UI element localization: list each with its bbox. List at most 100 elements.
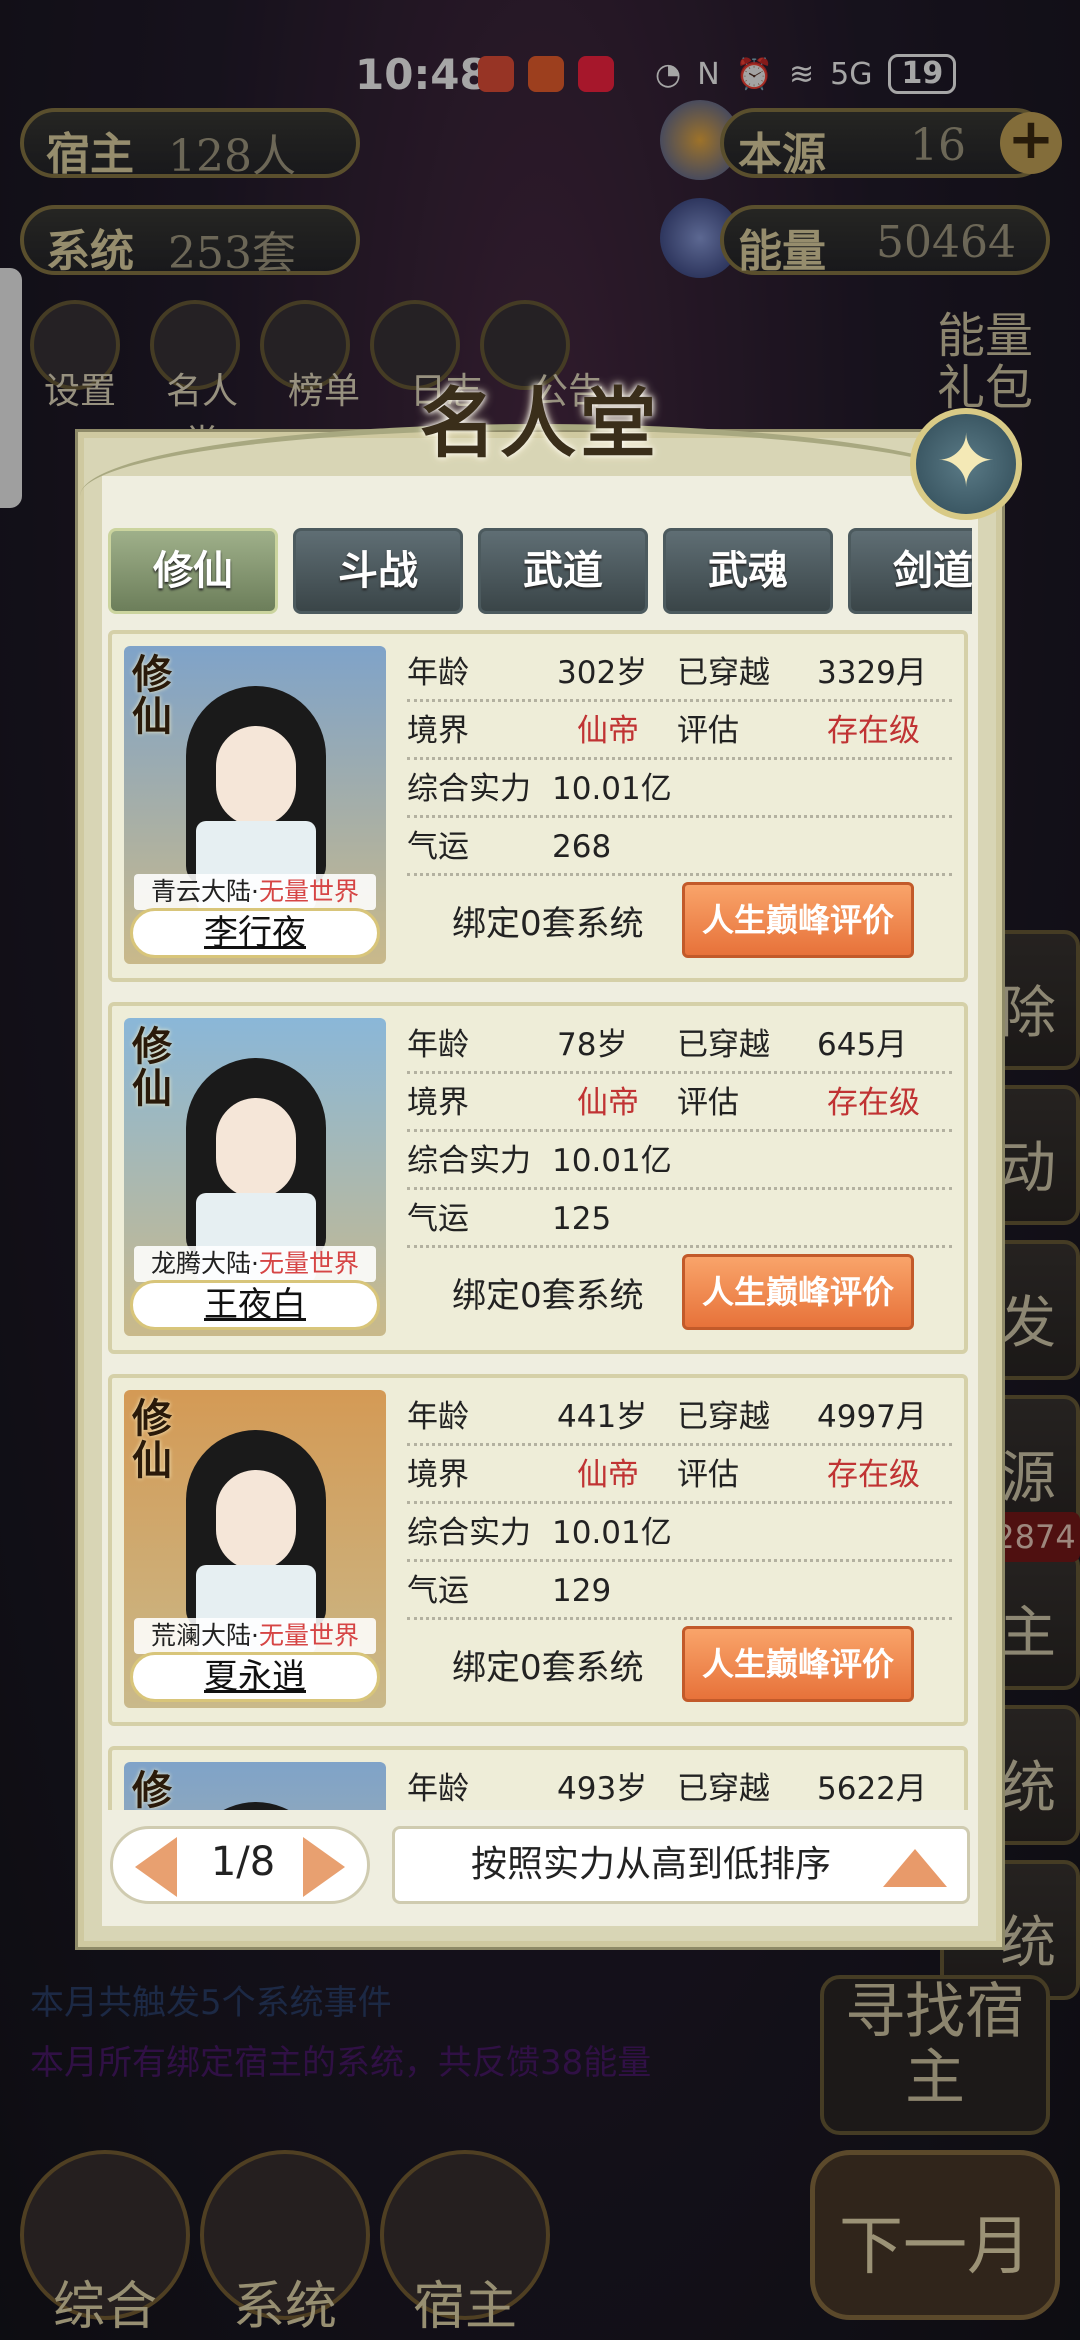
compass-close-icon[interactable]: ✦ bbox=[910, 408, 1022, 520]
sort-up-icon bbox=[883, 1849, 947, 1887]
cultivation-tag: 修仙 bbox=[132, 1395, 172, 1484]
age-value: 302岁 bbox=[557, 655, 648, 691]
traveled-label: 已穿越 bbox=[677, 1771, 770, 1807]
celebrity-list[interactable]: 修仙 青云大陆·无量世界 李行夜 年龄 302岁 已穿越 3329月 境界 仙帝… bbox=[108, 630, 972, 1810]
realm-row: 境界 仙帝 评估 存在级 bbox=[407, 702, 952, 760]
celebrity-card: 修仙 龙腾大陆·无量世界 王夜白 年龄 78岁 已穿越 645月 境界 仙帝 评… bbox=[108, 1002, 968, 1354]
realm-label: 境界 bbox=[407, 1457, 469, 1493]
celebrity-card: 修仙 年龄 493岁 已穿越 5622月 bbox=[108, 1746, 968, 1810]
power-row: 综合实力 10.01亿 bbox=[407, 1504, 952, 1562]
age-row: 年龄 78岁 已穿越 645月 bbox=[407, 1016, 952, 1074]
portrait[interactable]: 修仙 bbox=[124, 1762, 386, 1810]
rating-value: 存在级 bbox=[827, 713, 920, 749]
rating-value: 存在级 bbox=[827, 1085, 920, 1121]
tab-battle[interactable]: 斗战 bbox=[293, 528, 463, 614]
luck-row: 气运 129 bbox=[407, 1562, 952, 1620]
realm-value: 仙帝 bbox=[577, 713, 639, 749]
age-row: 年龄 441岁 已穿越 4997月 bbox=[407, 1388, 952, 1446]
traveled-value: 3329月 bbox=[817, 655, 927, 691]
tab-martial[interactable]: 武道 bbox=[478, 528, 648, 614]
age-label: 年龄 bbox=[407, 1771, 469, 1807]
face bbox=[216, 726, 296, 826]
bound-systems-text: 绑定0套系统 bbox=[452, 1648, 644, 1688]
world-name: 无量世界 bbox=[258, 1249, 359, 1278]
age-row: 年龄 302岁 已穿越 3329月 bbox=[407, 644, 952, 702]
realm-value: 仙帝 bbox=[577, 1085, 639, 1121]
power-value: 10.01亿 bbox=[552, 1143, 672, 1179]
luck-value: 129 bbox=[552, 1573, 612, 1609]
pagination: 1/8 bbox=[110, 1826, 370, 1904]
luck-label: 气运 bbox=[407, 1201, 469, 1237]
luck-value: 125 bbox=[552, 1201, 612, 1237]
power-label: 综合实力 bbox=[407, 771, 531, 807]
peak-rating-button[interactable]: 人生巅峰评价 bbox=[682, 1626, 914, 1702]
peak-rating-button[interactable]: 人生巅峰评价 bbox=[682, 1254, 914, 1330]
card-info: 年龄 441岁 已穿越 4997月 境界 仙帝 评估 存在级 综合实力 10.0… bbox=[407, 1388, 952, 1620]
realm-row: 境界 仙帝 评估 存在级 bbox=[407, 1446, 952, 1504]
card-info: 年龄 493岁 已穿越 5622月 bbox=[407, 1760, 952, 1810]
cultivation-tag: 修仙 bbox=[132, 1023, 172, 1112]
power-label: 综合实力 bbox=[407, 1515, 531, 1551]
power-value: 10.01亿 bbox=[552, 1515, 672, 1551]
age-row: 年龄 493岁 已穿越 5622月 bbox=[407, 1760, 952, 1810]
bind-row: 绑定0套系统 人生巅峰评价 bbox=[452, 1254, 972, 1330]
luck-row: 气运 125 bbox=[407, 1190, 952, 1248]
traveled-label: 已穿越 bbox=[677, 1399, 770, 1435]
modal-title: 名人堂 bbox=[420, 379, 660, 468]
region-name: 龙腾大陆· bbox=[151, 1249, 259, 1278]
age-value: 493岁 bbox=[557, 1771, 648, 1807]
traveled-value: 645月 bbox=[817, 1027, 908, 1063]
power-value: 10.01亿 bbox=[552, 771, 672, 807]
region-name: 荒澜大陆· bbox=[151, 1621, 259, 1650]
character-name[interactable]: 王夜白 bbox=[130, 1280, 380, 1330]
rating-value: 存在级 bbox=[827, 1457, 920, 1493]
cultivation-tag: 修仙 bbox=[132, 651, 172, 740]
region-name: 青云大陆· bbox=[151, 877, 259, 906]
face bbox=[216, 1098, 296, 1198]
power-row: 综合实力 10.01亿 bbox=[407, 1132, 952, 1190]
rating-label: 评估 bbox=[677, 1457, 739, 1493]
realm-value: 仙帝 bbox=[577, 1457, 639, 1493]
bind-row: 绑定0套系统 人生巅峰评价 bbox=[452, 882, 972, 958]
character-name[interactable]: 李行夜 bbox=[130, 908, 380, 958]
peak-rating-button[interactable]: 人生巅峰评价 bbox=[682, 882, 914, 958]
face bbox=[216, 1470, 296, 1570]
traveled-label: 已穿越 bbox=[677, 1027, 770, 1063]
sort-label: 按照实力从高到低排序 bbox=[471, 1844, 832, 1885]
portrait[interactable]: 修仙 龙腾大陆·无量世界 王夜白 bbox=[124, 1018, 386, 1336]
tab-cultivation[interactable]: 修仙 bbox=[108, 528, 278, 614]
world-name: 无量世界 bbox=[258, 877, 359, 906]
tab-soul[interactable]: 武魂 bbox=[663, 528, 833, 614]
age-value: 78岁 bbox=[557, 1027, 628, 1063]
celebrity-card: 修仙 荒澜大陆·无量世界 夏永逍 年龄 441岁 已穿越 4997月 境界 仙帝… bbox=[108, 1374, 968, 1726]
sort-button[interactable]: 按照实力从高到低排序 bbox=[392, 1826, 970, 1904]
region-label: 青云大陆·无量世界 bbox=[134, 874, 376, 910]
modal-title-banner: 名人堂 bbox=[80, 362, 1000, 492]
region-label: 荒澜大陆·无量世界 bbox=[134, 1618, 376, 1654]
age-label: 年龄 bbox=[407, 655, 469, 691]
power-label: 综合实力 bbox=[407, 1143, 531, 1179]
rating-label: 评估 bbox=[677, 713, 739, 749]
power-row: 综合实力 10.01亿 bbox=[407, 760, 952, 818]
portrait[interactable]: 修仙 荒澜大陆·无量世界 夏永逍 bbox=[124, 1390, 386, 1708]
character-name[interactable]: 夏永逍 bbox=[130, 1652, 380, 1702]
next-page-button[interactable] bbox=[303, 1837, 345, 1897]
age-value: 441岁 bbox=[557, 1399, 648, 1435]
portrait[interactable]: 修仙 青云大陆·无量世界 李行夜 bbox=[124, 646, 386, 964]
age-label: 年龄 bbox=[407, 1027, 469, 1063]
world-name: 无量世界 bbox=[258, 1621, 359, 1650]
card-info: 年龄 78岁 已穿越 645月 境界 仙帝 评估 存在级 综合实力 10.01亿… bbox=[407, 1016, 952, 1248]
bound-systems-text: 绑定0套系统 bbox=[452, 1276, 644, 1316]
category-tabs: 修仙 斗战 武道 武魂 剑道 bbox=[108, 528, 972, 618]
traveled-label: 已穿越 bbox=[677, 655, 770, 691]
luck-label: 气运 bbox=[407, 1573, 469, 1609]
tab-sword[interactable]: 剑道 bbox=[848, 528, 972, 614]
luck-value: 268 bbox=[552, 829, 612, 865]
bind-row: 绑定0套系统 人生巅峰评价 bbox=[452, 1626, 972, 1702]
realm-label: 境界 bbox=[407, 713, 469, 749]
traveled-value: 4997月 bbox=[817, 1399, 927, 1435]
rating-label: 评估 bbox=[677, 1085, 739, 1121]
celebrity-card: 修仙 青云大陆·无量世界 李行夜 年龄 302岁 已穿越 3329月 境界 仙帝… bbox=[108, 630, 968, 982]
cultivation-tag: 修仙 bbox=[132, 1767, 172, 1811]
realm-row: 境界 仙帝 评估 存在级 bbox=[407, 1074, 952, 1132]
